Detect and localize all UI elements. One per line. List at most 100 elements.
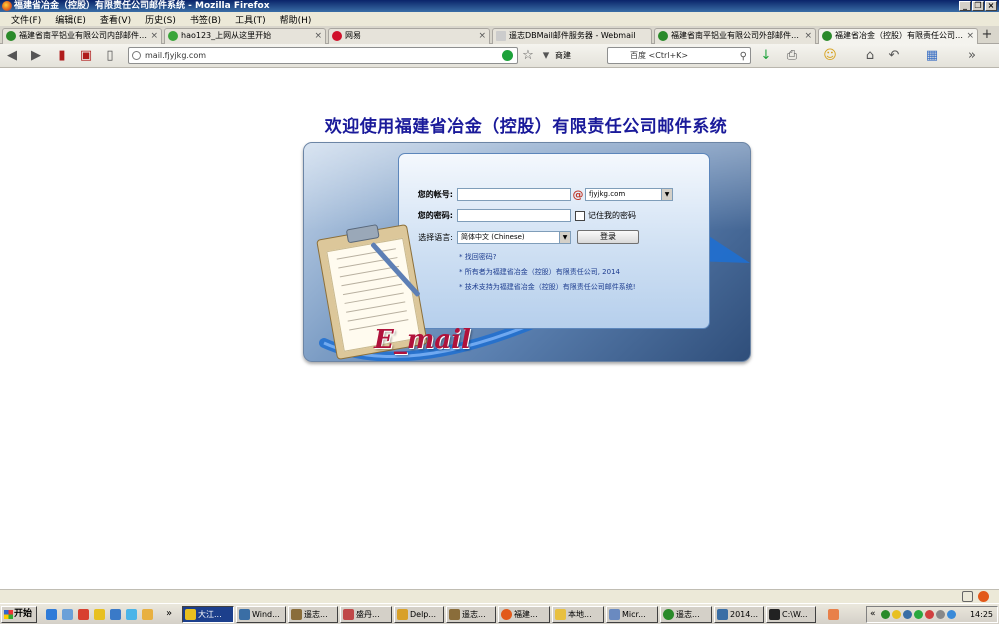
grid-apps-icon[interactable]: ▦ (924, 48, 940, 64)
dropdown-arrow-icon[interactable]: ▾ (538, 48, 554, 64)
close-button[interactable]: × (985, 1, 997, 11)
task-label: Wind... (252, 610, 280, 619)
taskbar-item[interactable]: 2014... (714, 606, 764, 623)
menu-history[interactable]: 历史(S) (138, 13, 183, 26)
dropdown-arrow-icon[interactable]: ▼ (559, 231, 570, 243)
star-icon[interactable]: ☆ (520, 48, 536, 64)
quicklaunch-icon[interactable] (126, 609, 137, 620)
tab-hao123[interactable]: hao123_上网从这里开始 × (164, 28, 326, 44)
tab-dbmail-webmail[interactable]: 遥志DBMail邮件服务器 - Webmail (492, 28, 652, 44)
addon-icon[interactable]: ☺ (822, 48, 838, 64)
quicklaunch-icon[interactable] (110, 609, 121, 620)
tab-close-icon[interactable]: × (804, 29, 812, 43)
download-arrow-icon[interactable]: ↓ (758, 48, 774, 64)
minimize-button[interactable]: _ (959, 1, 971, 11)
ie-icon[interactable] (46, 609, 57, 620)
start-button[interactable]: 开始 (1, 606, 37, 623)
account-row: 您的帐号: @ fjyjkg.com ▼ (399, 188, 673, 201)
forgot-password-link[interactable]: * 找回密码? (459, 252, 496, 262)
tab-close-icon[interactable]: × (150, 29, 158, 43)
tray-icon[interactable] (925, 610, 934, 619)
task-label: 2014... (730, 610, 758, 619)
task-app-icon (717, 609, 728, 620)
menu-file[interactable]: 文件(F) (4, 13, 48, 26)
tab-close-icon[interactable]: × (314, 29, 322, 43)
task-label: Micr... (622, 610, 646, 619)
tab-close-icon[interactable]: × (966, 29, 974, 43)
quicklaunch-icon[interactable] (62, 609, 73, 620)
menu-bookmarks[interactable]: 书签(B) (183, 13, 228, 26)
menu-help[interactable]: 帮助(H) (273, 13, 319, 26)
taskbar-item[interactable]: 本地... (552, 606, 604, 623)
taskbar-item[interactable]: 遥志... (660, 606, 712, 623)
bookmark-book-icon[interactable]: ▮ (54, 48, 70, 64)
go-icon[interactable] (502, 50, 513, 61)
home-icon[interactable]: ⌂ (862, 48, 878, 64)
search-icon[interactable]: ⚲ (740, 49, 747, 64)
globe-icon (132, 51, 141, 60)
url-bar[interactable]: mail.fjyjkg.com (128, 47, 518, 64)
tray-icon[interactable] (914, 610, 923, 619)
new-tab-button[interactable]: + (979, 28, 995, 43)
firefox-addon-icon[interactable] (978, 591, 989, 602)
maximize-button[interactable]: ❐ (972, 1, 984, 11)
taskbar-item[interactable]: 福建... (498, 606, 550, 623)
quicklaunch-icon[interactable] (78, 609, 89, 620)
taskbar-item[interactable]: Delp... (394, 606, 444, 623)
language-select[interactable]: 简体中文 (Chinese) ▼ (457, 230, 571, 244)
tray-expand-icon[interactable]: « (870, 609, 876, 619)
addon-bar-icon[interactable] (962, 591, 973, 602)
forward-arrow-icon[interactable]: ▶ (28, 48, 44, 64)
qq-icon[interactable] (94, 609, 105, 620)
tab-fujian-metallurgy-mail[interactable]: 福建省冶金（控股）有限责任公司… × (818, 28, 978, 45)
task-label: 福建... (514, 610, 538, 619)
tab-favicon-icon (168, 31, 178, 41)
tab-163[interactable]: 网易 × (328, 28, 490, 44)
tab-close-icon[interactable]: × (478, 29, 486, 43)
tab-nanping-internal-mail[interactable]: 福建省南平铝业有限公司内部邮件… × (2, 28, 162, 44)
taskbar-item[interactable]: Wind... (236, 606, 286, 623)
url-text: mail.fjyjkg.com (145, 51, 207, 60)
menu-overflow-icon[interactable]: » (964, 48, 980, 64)
task-app-icon (239, 609, 250, 620)
task-app-icon (609, 609, 620, 620)
menu-tools[interactable]: 工具(T) (228, 13, 273, 26)
tray-icon[interactable] (947, 610, 956, 619)
task-app-icon (663, 609, 674, 620)
taskbar-item[interactable]: 盛丹... (340, 606, 392, 623)
screenshot-icon[interactable]: ⎙ (784, 48, 800, 64)
tab-favicon-icon (6, 31, 16, 41)
chevron-icon[interactable]: » (166, 609, 177, 620)
password-input[interactable] (457, 209, 571, 222)
tray-icon[interactable] (881, 610, 890, 619)
quicklaunch-icon[interactable] (828, 609, 839, 620)
menu-view[interactable]: 查看(V) (93, 13, 138, 26)
account-input[interactable] (457, 188, 571, 201)
domain-select[interactable]: fjyjkg.com ▼ (585, 188, 673, 201)
pdf-tool-icon[interactable]: ▣ (78, 48, 94, 64)
taskbar-item[interactable]: C:\W... (766, 606, 816, 623)
tab-nanping-external-mail[interactable]: 福建省南平铝业有限公司外部邮件… × (654, 28, 816, 44)
taskbar-item[interactable]: 遥志... (288, 606, 338, 623)
taskbar-item[interactable]: Micr... (606, 606, 658, 623)
tray-icon[interactable] (936, 610, 945, 619)
remember-checkbox[interactable] (575, 210, 585, 221)
undo-icon[interactable]: ↶ (886, 48, 902, 64)
taskbar-item[interactable]: 遥志... (446, 606, 496, 623)
window-title-bar: 福建省冶金（控股）有限责任公司邮件系统 - Mozilla Firefox _ … (0, 0, 999, 12)
dropdown-arrow-icon[interactable]: ▼ (661, 189, 672, 200)
task-app-icon (291, 609, 302, 620)
engine-label[interactable]: 商建 (555, 47, 605, 64)
task-label: 遥志... (676, 610, 700, 619)
back-arrow-icon[interactable]: ◀ (4, 48, 20, 64)
tray-icon[interactable] (892, 610, 901, 619)
taskbar-item[interactable]: 大江... (182, 606, 234, 623)
menu-edit[interactable]: 编辑(E) (48, 13, 93, 26)
tray-icon[interactable] (903, 610, 912, 619)
page-tool-icon[interactable]: ▯ (102, 48, 118, 64)
search-input[interactable]: 百度 <Ctrl+K> ⚲ (607, 47, 751, 64)
login-button[interactable]: 登录 (577, 230, 639, 244)
password-row: 您的密码: 记住我的密码 (399, 209, 636, 222)
folder-icon[interactable] (142, 609, 153, 620)
task-label: C:\W... (782, 610, 808, 619)
